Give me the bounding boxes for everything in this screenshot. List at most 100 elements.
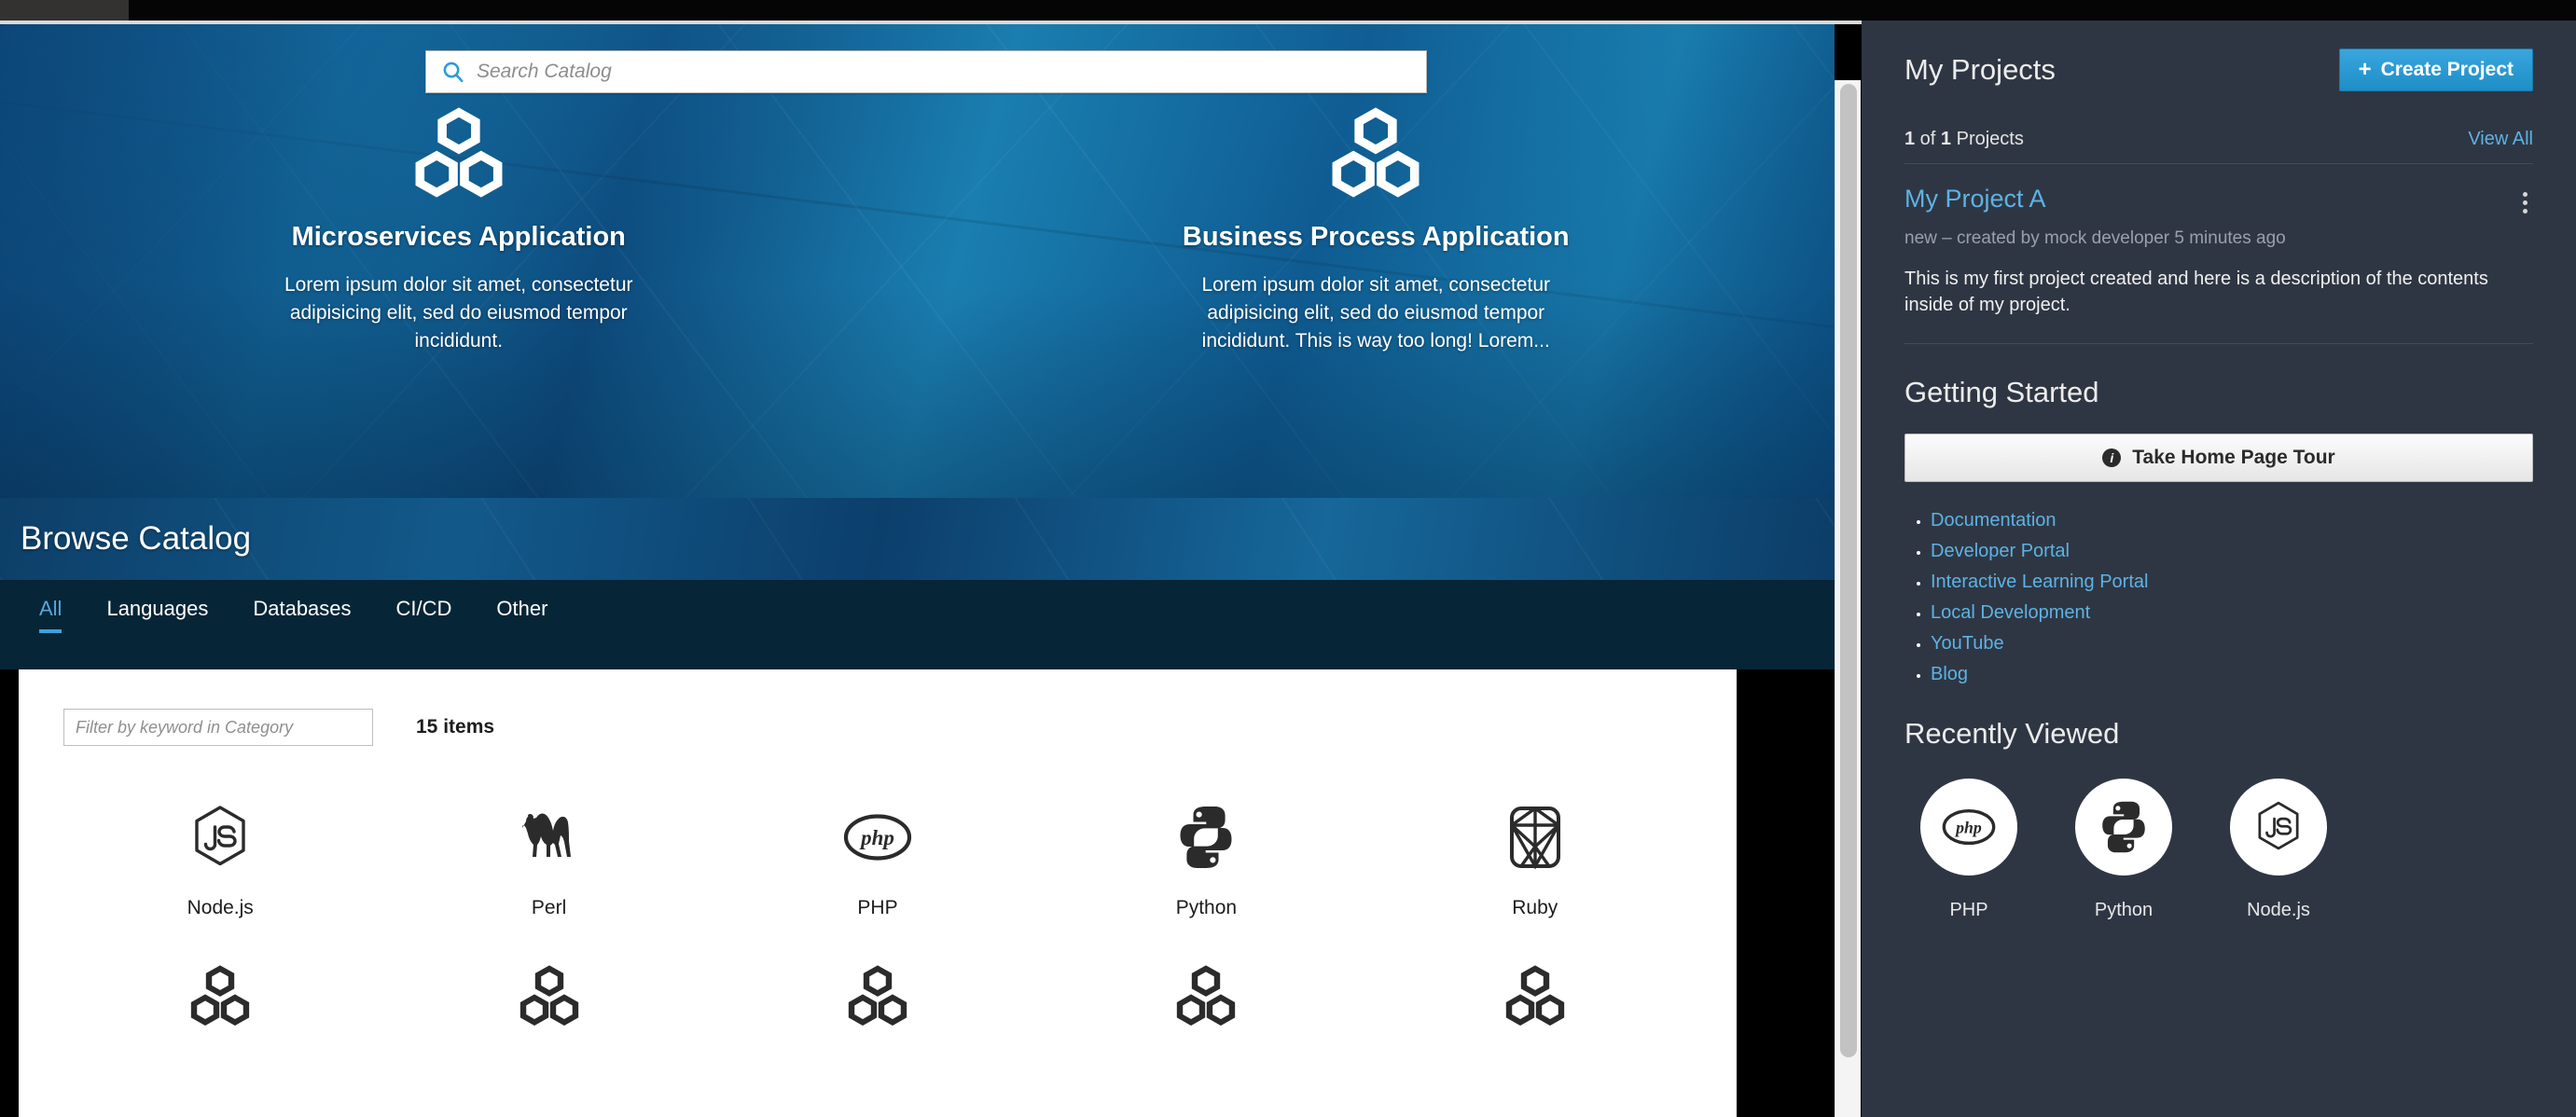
recently-viewed-php[interactable]: php PHP <box>1918 778 2020 921</box>
python-icon <box>2075 778 2172 876</box>
projects-count: 1 of 1 Projects <box>1904 129 2024 150</box>
catalog-tile-generic[interactable] <box>1042 944 1370 1080</box>
search-input[interactable] <box>477 51 1426 92</box>
list-item: YouTube <box>1931 633 2533 655</box>
list-item: Local Development <box>1931 602 2533 624</box>
cubes-icon <box>974 104 1780 201</box>
browse-catalog-header: Browse Catalog <box>0 498 1835 580</box>
catalog-search[interactable] <box>425 50 1427 93</box>
hero-card-title: Business Process Application <box>1182 222 1570 252</box>
recently-viewed-label: Python <box>2094 899 2154 920</box>
create-project-label: Create Project <box>2380 59 2514 80</box>
projects-count-middle: of <box>1915 129 1941 149</box>
catalog-toolbar: 15 items <box>19 699 1737 746</box>
items-count: 15 items <box>416 716 495 738</box>
getting-started-title: Getting Started <box>1904 375 2099 408</box>
hero-banner: Microservices Application Lorem ipsum do… <box>0 24 1835 498</box>
catalog-panel: 15 items Node.js <box>19 669 1737 1117</box>
cubes-icon <box>56 960 384 1031</box>
take-home-page-tour-button[interactable]: i Take Home Page Tour <box>1904 433 2533 482</box>
list-item: Developer Portal <box>1931 541 2533 562</box>
link-blog[interactable]: Blog <box>1931 664 1968 684</box>
cubes-icon <box>713 960 1042 1031</box>
browser-chrome-left-block <box>0 0 129 21</box>
project-name-link[interactable]: My Project A <box>1904 185 2046 214</box>
list-item: Documentation <box>1931 510 2533 531</box>
catalog-tile-grid: Node.js Perl php PHP Python Ruby <box>19 746 1737 1080</box>
python-icon <box>1042 802 1370 873</box>
my-projects-title: My Projects <box>1904 53 2056 86</box>
project-list-item: My Project A new – created by mock devel… <box>1904 164 2533 344</box>
catalog-tile-python[interactable]: Python <box>1042 785 1370 944</box>
link-documentation[interactable]: Documentation <box>1931 510 2057 531</box>
link-local-development[interactable]: Local Development <box>1931 602 2090 623</box>
right-sidebar: My Projects + Create Project 1 of 1 Proj… <box>1862 21 2576 1117</box>
hero-card-business-process[interactable]: Business Process Application Lorem ipsum… <box>918 104 1835 355</box>
catalog-tile-label: PHP <box>857 897 898 918</box>
project-header: My Project A <box>1904 185 2533 221</box>
catalog-tabs: All Languages Databases CI/CD Other <box>0 580 1835 669</box>
list-item: Interactive Learning Portal <box>1931 572 2533 593</box>
view-all-projects-link[interactable]: View All <box>2468 129 2533 150</box>
page-scrollbar[interactable] <box>1835 80 1861 1117</box>
svg-text:php: php <box>1954 818 1982 836</box>
catalog-tile-ruby[interactable]: Ruby <box>1371 785 1699 944</box>
project-meta: new – created by mock developer 5 minute… <box>1904 228 2286 248</box>
project-description: This is my first project created and her… <box>1904 269 2488 316</box>
php-icon: php <box>713 802 1042 873</box>
link-youtube[interactable]: YouTube <box>1931 633 2004 654</box>
cubes-icon <box>1371 960 1699 1031</box>
kebab-menu-icon[interactable] <box>2517 185 2533 221</box>
projects-count-current: 1 <box>1904 129 1916 149</box>
catalog-tile-generic[interactable] <box>713 944 1042 1080</box>
page-scrollbar-thumb[interactable] <box>1840 84 1857 1057</box>
catalog-tile-generic[interactable] <box>1371 944 1699 1080</box>
tab-other[interactable]: Other <box>474 580 570 621</box>
plus-icon: + <box>2358 57 2372 82</box>
recently-viewed-label: PHP <box>1949 899 1988 920</box>
catalog-tile-nodejs[interactable]: Node.js <box>56 785 384 944</box>
catalog-tile-label: Node.js <box>187 897 254 918</box>
tab-databases[interactable]: Databases <box>230 580 373 621</box>
tab-all[interactable]: All <box>17 580 84 633</box>
recently-viewed-title: Recently Viewed <box>1904 716 2120 750</box>
catalog-tile-generic[interactable] <box>56 944 384 1080</box>
tab-cicd[interactable]: CI/CD <box>374 580 475 621</box>
main-content: Microservices Application Lorem ipsum do… <box>0 24 1835 1117</box>
hero-card-list: Microservices Application Lorem ipsum do… <box>0 104 1835 355</box>
recently-viewed-label: Node.js <box>2247 899 2310 920</box>
svg-text:php: php <box>859 826 894 849</box>
hero-card-description: Lorem ipsum dolor sit amet, consectetur … <box>284 274 633 352</box>
hero-card-description: Lorem ipsum dolor sit amet, consectetur … <box>1201 274 1551 352</box>
recently-viewed-list: php PHP Python Node.js <box>1904 778 2533 921</box>
recently-viewed-nodejs[interactable]: Node.js <box>2227 778 2330 921</box>
recently-viewed-python[interactable]: Python <box>2072 778 2175 921</box>
search-icon <box>441 60 465 84</box>
hero-card-microservices[interactable]: Microservices Application Lorem ipsum do… <box>0 104 918 355</box>
catalog-tile-label: Python <box>1175 897 1238 918</box>
nodejs-icon <box>2230 778 2327 876</box>
list-item: Blog <box>1931 664 2533 685</box>
catalog-tile-label: Perl <box>531 897 567 918</box>
nodejs-icon <box>56 802 384 873</box>
create-project-button[interactable]: + Create Project <box>2338 48 2533 91</box>
link-developer-portal[interactable]: Developer Portal <box>1931 541 2070 561</box>
projects-count-suffix: Projects <box>1951 129 2024 149</box>
catalog-tile-php[interactable]: php PHP <box>713 785 1042 944</box>
catalog-filter-input[interactable] <box>63 709 373 746</box>
page-title: Browse Catalog <box>21 520 252 557</box>
app-screenshot: Microservices Application Lorem ipsum do… <box>0 0 2576 1117</box>
catalog-tile-perl[interactable]: Perl <box>384 785 713 944</box>
projects-count-row: 1 of 1 Projects View All <box>1904 129 2533 164</box>
perl-camel-icon <box>384 802 713 873</box>
cubes-icon <box>56 104 862 201</box>
ruby-icon <box>1371 802 1699 873</box>
tab-languages[interactable]: Languages <box>84 580 230 621</box>
catalog-tile-generic[interactable] <box>384 944 713 1080</box>
link-interactive-learning-portal[interactable]: Interactive Learning Portal <box>1931 572 2148 592</box>
browser-top-chrome <box>0 0 2576 21</box>
cubes-icon <box>1042 960 1370 1031</box>
catalog-tile-label: Ruby <box>1512 897 1558 918</box>
hero-card-title: Microservices Application <box>291 222 626 252</box>
cubes-icon <box>384 960 713 1031</box>
